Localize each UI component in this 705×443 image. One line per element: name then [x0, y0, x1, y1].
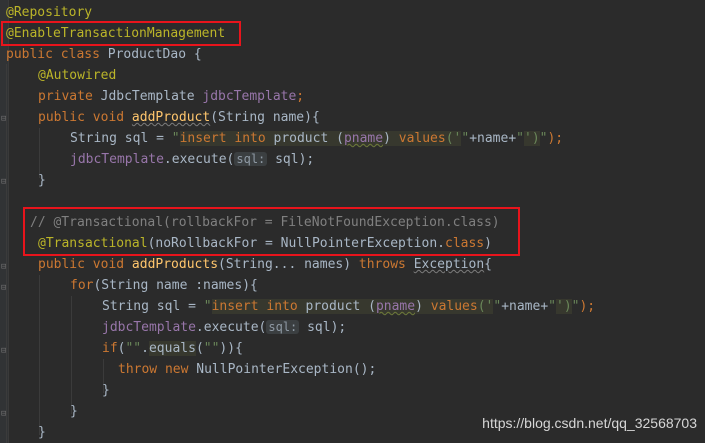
- keyword: private: [38, 89, 101, 104]
- string-literal: "": [125, 341, 142, 356]
- method-name: addProducts: [131, 257, 219, 272]
- code-text: )){: [219, 341, 243, 356]
- code-text: +name+: [501, 299, 549, 314]
- sql-column: pname: [375, 299, 416, 314]
- annotation-autowired: @Autowired: [38, 68, 117, 83]
- code-line-18[interactable]: }: [102, 380, 110, 401]
- indent-guide: [39, 275, 40, 435]
- sql-paren: ): [383, 131, 399, 146]
- sql-paren: (: [368, 299, 376, 314]
- closing-brace: }: [102, 383, 110, 398]
- field-name: jdbcTemplate: [102, 320, 196, 335]
- keyword: public class: [6, 47, 108, 62]
- code-text: (: [195, 341, 204, 356]
- method-call: .execute(: [163, 152, 235, 167]
- closing-brace: }: [38, 425, 46, 440]
- method-params: (String... names): [218, 257, 359, 272]
- code-line-7[interactable]: String sql = "insert into product (pname…: [70, 128, 563, 149]
- keyword: throws: [358, 257, 414, 272]
- keyword: public void: [38, 257, 132, 272]
- code-text: sql);: [299, 320, 347, 335]
- code-line-6[interactable]: public void addProduct(String name){: [38, 107, 320, 128]
- closing-brace: }: [38, 173, 46, 188]
- sql-table: product: [265, 131, 337, 146]
- code-end: );: [579, 299, 596, 314]
- keyword: public void: [38, 110, 132, 125]
- code-text: .: [141, 341, 149, 356]
- method-name: addProduct: [131, 110, 211, 125]
- code-line-13[interactable]: for(String name :names){: [70, 275, 258, 296]
- keyword: throw new: [118, 362, 197, 377]
- highlight-box: [1, 21, 241, 46]
- code-line-14[interactable]: String sql = "insert into product (pname…: [102, 296, 595, 317]
- sql-keyword: values: [430, 299, 478, 314]
- parameter-hint: sql:: [234, 152, 268, 166]
- class-name: ProductDao {: [107, 47, 202, 62]
- highlight-box: [23, 207, 520, 256]
- sql-table: product: [297, 299, 369, 314]
- code-text: String sql =: [70, 131, 172, 146]
- method-call: equals: [148, 341, 196, 356]
- string-quote: ": [171, 131, 180, 146]
- code-line-19[interactable]: }: [70, 401, 78, 422]
- code-line-20[interactable]: }: [38, 422, 46, 443]
- string-literal: "": [203, 341, 220, 356]
- code-line-8[interactable]: jdbcTemplate.execute(sql: sql);: [70, 149, 314, 170]
- sql-paren: ): [415, 299, 431, 314]
- string-quote: ": [203, 299, 212, 314]
- sql-keyword: insert into: [211, 299, 298, 314]
- code-line-4[interactable]: @Autowired: [38, 65, 116, 86]
- code-text: sql);: [267, 152, 315, 167]
- code-end: );: [547, 131, 564, 146]
- sql-column: pname: [343, 131, 384, 146]
- sql-keyword: insert into: [179, 131, 266, 146]
- method-params: (String name){: [210, 110, 320, 125]
- code-text: +name+: [469, 131, 517, 146]
- editor-gutter[interactable]: [0, 0, 9, 443]
- annotation-repository: @Repository: [6, 5, 93, 20]
- sql-quote: '): [524, 131, 540, 146]
- code-line-5[interactable]: private JdbcTemplate jdbcTemplate;: [38, 86, 304, 107]
- indent-guide: [6, 64, 7, 443]
- semicolon: ;: [296, 89, 305, 104]
- code-text: NullPointerException();: [196, 362, 377, 377]
- code-text: String sql =: [102, 299, 204, 314]
- code-editor[interactable]: ⊟ ⊟ ⊟ ⊟ ⊟ ⊟ @Repository @EnableTransacti…: [0, 0, 705, 443]
- sql-paren: (: [336, 131, 344, 146]
- code-text: (String name :names){: [93, 278, 258, 293]
- code-line-16[interactable]: if("".equals("")){: [102, 338, 243, 359]
- method-call: .execute(: [195, 320, 267, 335]
- parameter-hint: sql:: [266, 320, 300, 334]
- sql-quote: '): [556, 299, 572, 314]
- code-text: {: [484, 257, 492, 272]
- code-line-15[interactable]: jdbcTemplate.execute(sql: sql);: [102, 317, 346, 338]
- code-line-9[interactable]: }: [38, 170, 46, 191]
- code-line-17[interactable]: throw new NullPointerException();: [118, 359, 376, 380]
- watermark: https://blog.csdn.net/qq_32568703: [482, 415, 697, 431]
- field-name: jdbcTemplate: [202, 89, 297, 104]
- code-line-12[interactable]: public void addProducts(String... names)…: [38, 254, 492, 275]
- keyword: for: [70, 278, 94, 293]
- code-line-1[interactable]: @Repository: [6, 2, 92, 23]
- sql-quote: (': [445, 131, 462, 146]
- string-quote: ": [548, 299, 556, 314]
- closing-brace: }: [70, 404, 78, 419]
- indent-guide: [71, 296, 72, 414]
- string-quote: ": [516, 131, 524, 146]
- field-name: jdbcTemplate: [70, 152, 164, 167]
- sql-keyword: values: [398, 131, 446, 146]
- exception-name: Exception: [413, 257, 485, 272]
- keyword: if: [102, 341, 118, 356]
- code-line-3[interactable]: public class ProductDao {: [6, 44, 202, 65]
- sql-quote: (': [477, 299, 494, 314]
- type-name: JdbcTemplate: [100, 89, 203, 104]
